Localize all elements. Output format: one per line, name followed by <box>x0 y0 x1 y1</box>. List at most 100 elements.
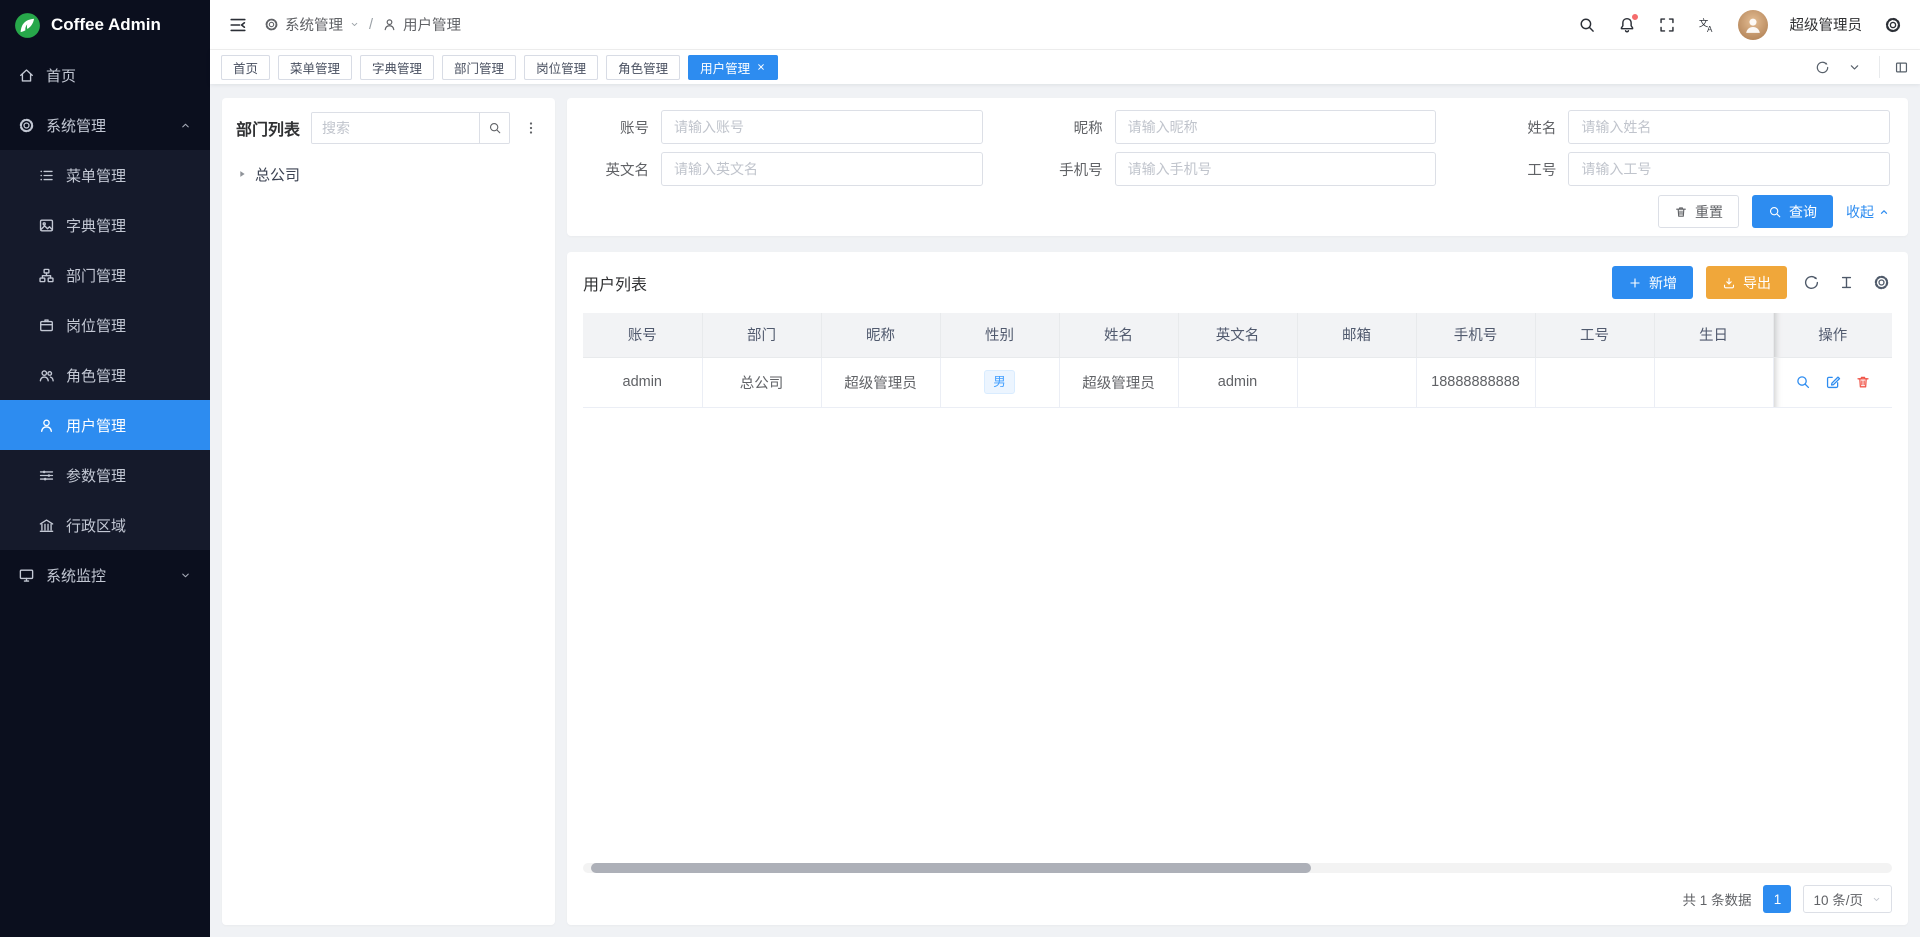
sidebar-item-label: 角色管理 <box>66 365 126 386</box>
sidebar-item-label: 参数管理 <box>66 465 126 486</box>
sidebar-item-system-management[interactable]: 系统管理 <box>0 100 210 150</box>
tab-role-management[interactable]: 角色管理 <box>606 55 680 80</box>
sidebar-item-admin-region[interactable]: 行政区域 <box>0 500 210 550</box>
cell-actions <box>1773 357 1892 407</box>
cell-english-name: admin <box>1178 357 1297 407</box>
app-logo[interactable]: Coffee Admin <box>0 0 210 50</box>
name-input[interactable] <box>1568 110 1890 144</box>
page-size-select[interactable]: 10 条/页 <box>1803 885 1892 913</box>
department-search-input[interactable] <box>312 113 479 143</box>
sidebar-menu: 首页 系统管理 菜单管理 字典管理 部门管理 <box>0 50 210 937</box>
translate-icon[interactable] <box>1698 16 1716 34</box>
row-density-button[interactable] <box>1835 272 1857 294</box>
tab-department-management[interactable]: 部门管理 <box>442 55 516 80</box>
sidebar-item-label: 菜单管理 <box>66 165 126 186</box>
avatar[interactable] <box>1738 10 1768 40</box>
edit-user-button[interactable] <box>1825 374 1841 390</box>
account-input[interactable] <box>661 110 983 144</box>
field-english-name: 英文名 <box>585 152 983 186</box>
refresh-table-button[interactable] <box>1800 272 1822 294</box>
monitor-icon <box>18 567 35 584</box>
tree-node-head-office[interactable]: 总公司 <box>236 159 541 189</box>
department-search-button[interactable] <box>479 113 509 143</box>
sidebar-fold-icon[interactable] <box>228 15 248 35</box>
content-fullscreen-button[interactable] <box>1879 56 1909 78</box>
region-icon <box>38 517 55 534</box>
page-size-value: 10 条/页 <box>1813 889 1863 909</box>
add-button-label: 新增 <box>1649 273 1677 293</box>
cell-name: 超级管理员 <box>1059 357 1178 407</box>
search-icon[interactable] <box>1578 16 1596 34</box>
tab-menu-management[interactable]: 菜单管理 <box>278 55 352 80</box>
chevron-down-icon[interactable] <box>1847 60 1862 75</box>
sidebar: Coffee Admin 首页 系统管理 菜单管理 字典管理 <box>0 0 210 937</box>
column-header-english-name: 英文名 <box>1178 313 1297 357</box>
cell-nickname: 超级管理员 <box>821 357 940 407</box>
tab-dictionary-management[interactable]: 字典管理 <box>360 55 434 80</box>
notification-badge <box>1631 13 1639 21</box>
query-button[interactable]: 查询 <box>1752 195 1833 228</box>
sidebar-item-user-management[interactable]: 用户管理 <box>0 400 210 450</box>
user-list-panel: 用户列表 新增 导出 <box>567 252 1908 925</box>
settings-gear-icon[interactable] <box>1884 16 1902 34</box>
sidebar-item-department-management[interactable]: 部门管理 <box>0 250 210 300</box>
tab-label: 岗位管理 <box>536 58 586 77</box>
refresh-icon[interactable] <box>1815 60 1830 75</box>
tab-post-management[interactable]: 岗位管理 <box>524 55 598 80</box>
reset-button[interactable]: 重置 <box>1658 195 1739 228</box>
department-search <box>311 112 510 144</box>
breadcrumb-label: 系统管理 <box>285 14 343 35</box>
search-icon <box>488 121 502 135</box>
breadcrumb-system-management[interactable]: 系统管理 <box>264 14 360 35</box>
plus-icon <box>1628 276 1642 290</box>
phone-input[interactable] <box>1115 152 1437 186</box>
tab-user-management[interactable]: 用户管理 <box>688 55 778 80</box>
column-header-nickname: 昵称 <box>821 313 940 357</box>
page-number-button[interactable]: 1 <box>1763 885 1791 913</box>
field-label: 工号 <box>1492 159 1568 180</box>
close-icon[interactable] <box>756 62 766 72</box>
sidebar-item-menu-management[interactable]: 菜单管理 <box>0 150 210 200</box>
chevron-up-icon <box>1878 206 1890 218</box>
field-nickname: 昵称 <box>1039 110 1437 144</box>
caret-right-icon[interactable] <box>236 168 248 180</box>
sidebar-item-post-management[interactable]: 岗位管理 <box>0 300 210 350</box>
sidebar-item-role-management[interactable]: 角色管理 <box>0 350 210 400</box>
tab-label: 字典管理 <box>372 58 422 77</box>
gear-icon <box>1873 274 1890 291</box>
tab-home[interactable]: 首页 <box>221 55 270 80</box>
nickname-input[interactable] <box>1115 110 1437 144</box>
department-more-button[interactable] <box>521 120 541 136</box>
view-user-button[interactable] <box>1795 374 1811 390</box>
export-button[interactable]: 导出 <box>1706 266 1787 299</box>
sidebar-item-label: 系统监控 <box>46 565 106 586</box>
field-label: 英文名 <box>585 159 661 180</box>
sidebar-item-dictionary-management[interactable]: 字典管理 <box>0 200 210 250</box>
sidebar-item-parameter-management[interactable]: 参数管理 <box>0 450 210 500</box>
screen-layout-icon <box>1894 60 1909 75</box>
table-settings-button[interactable] <box>1870 272 1892 294</box>
breadcrumb-separator: / <box>369 17 373 33</box>
sidebar-item-label: 用户管理 <box>66 415 126 436</box>
work-no-input[interactable] <box>1568 152 1890 186</box>
english-name-input[interactable] <box>661 152 983 186</box>
scrollbar-thumb[interactable] <box>591 863 1311 873</box>
field-account: 账号 <box>585 110 983 144</box>
fullscreen-icon[interactable] <box>1658 16 1676 34</box>
chevron-down-icon <box>1871 894 1882 905</box>
field-label: 姓名 <box>1492 117 1568 138</box>
column-header-birthday: 生日 <box>1654 313 1773 357</box>
notification-bell-button[interactable] <box>1618 16 1636 34</box>
sidebar-item-system-monitor[interactable]: 系统监控 <box>0 550 210 600</box>
breadcrumb-user-management[interactable]: 用户管理 <box>382 14 461 35</box>
delete-user-button[interactable] <box>1855 374 1871 390</box>
sidebar-item-label: 系统管理 <box>46 115 106 136</box>
horizontal-scrollbar[interactable] <box>583 863 1892 873</box>
user-icon <box>38 417 55 434</box>
add-user-button[interactable]: 新增 <box>1612 266 1693 299</box>
username[interactable]: 超级管理员 <box>1790 14 1863 35</box>
cell-email <box>1297 357 1416 407</box>
gender-tag: 男 <box>984 370 1015 394</box>
sidebar-item-home[interactable]: 首页 <box>0 50 210 100</box>
collapse-filter-button[interactable]: 收起 <box>1846 202 1890 222</box>
